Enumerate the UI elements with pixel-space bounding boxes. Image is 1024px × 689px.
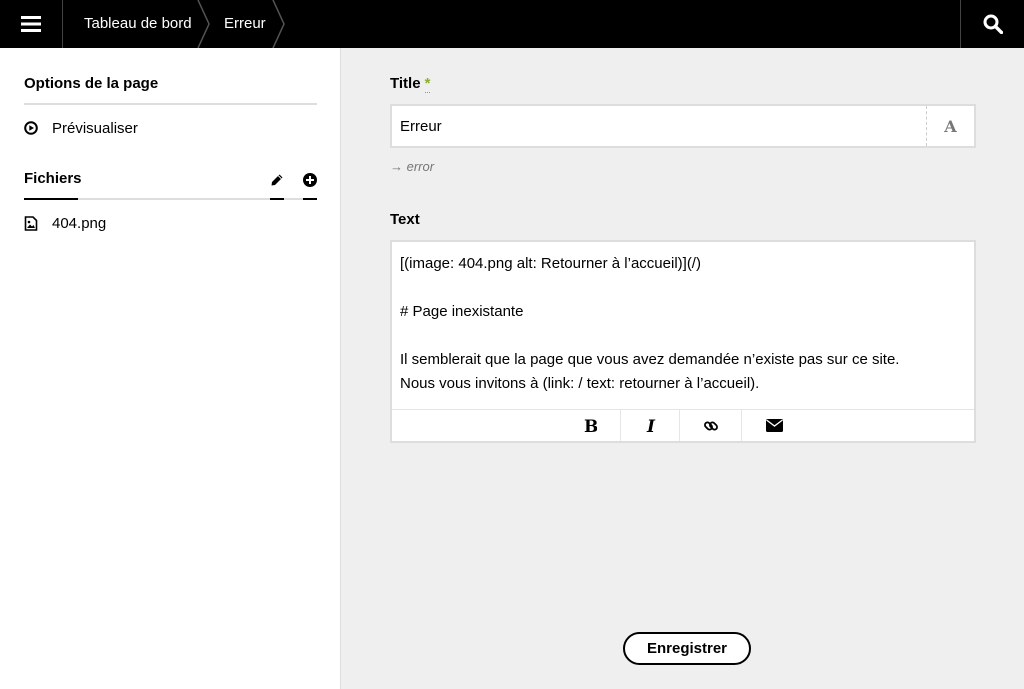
preview-label: Prévisualiser bbox=[52, 119, 138, 137]
font-icon: A bbox=[944, 116, 957, 136]
edit-files-button[interactable] bbox=[269, 172, 285, 188]
search-button[interactable] bbox=[960, 0, 1024, 48]
sidebar: Options de la page Prévisualiser Fichier… bbox=[0, 48, 341, 689]
preview-link[interactable]: Prévisualiser bbox=[24, 116, 138, 140]
italic-button[interactable]: I bbox=[620, 410, 680, 441]
required-marker: * bbox=[424, 75, 431, 93]
breadcrumb-separator-icon bbox=[272, 0, 285, 48]
plus-circle-icon bbox=[303, 173, 317, 187]
link-icon bbox=[704, 421, 718, 430]
link-button[interactable] bbox=[679, 410, 742, 441]
title-field-label: Title * bbox=[390, 75, 431, 93]
save-button[interactable]: Enregistrer bbox=[623, 632, 751, 665]
envelope-icon bbox=[766, 419, 783, 432]
text-line: Il semblerait que la page que vous avez … bbox=[400, 351, 900, 368]
breadcrumb-item-erreur[interactable]: Erreur bbox=[224, 0, 266, 48]
file-name: 404.png bbox=[52, 214, 107, 232]
text-line bbox=[400, 324, 960, 348]
topbar: Tableau de bord Erreur bbox=[0, 0, 1024, 48]
title-field: A bbox=[390, 104, 976, 148]
breadcrumb-item-dashboard[interactable]: Tableau de bord bbox=[84, 0, 192, 48]
svg-text:B: B bbox=[584, 418, 597, 434]
bold-button[interactable]: B bbox=[559, 410, 621, 441]
slug-text: error bbox=[406, 159, 435, 174]
image-file-icon bbox=[24, 216, 38, 231]
edit-button-underline bbox=[270, 198, 284, 200]
arrow-right-icon: → bbox=[390, 159, 403, 174]
email-button[interactable] bbox=[741, 410, 807, 441]
svg-text:I: I bbox=[646, 418, 656, 434]
text-editor-content[interactable]: [(image: 404.png alt: Retourner à l’accu… bbox=[400, 252, 960, 396]
text-line: [(image: 404.png alt: Retourner à l’accu… bbox=[400, 255, 701, 272]
text-field[interactable]: [(image: 404.png alt: Retourner à l’accu… bbox=[390, 240, 976, 443]
play-circle-icon bbox=[24, 121, 38, 135]
file-item[interactable]: 404.png bbox=[24, 211, 106, 235]
search-icon bbox=[983, 14, 1003, 34]
text-field-label: Text bbox=[390, 211, 420, 228]
files-heading: Fichiers bbox=[24, 170, 82, 187]
menu-button[interactable] bbox=[0, 0, 63, 48]
pencil-icon bbox=[271, 174, 283, 186]
title-input[interactable] bbox=[392, 106, 926, 146]
page-options-heading: Options de la page bbox=[24, 75, 159, 92]
title-label-text: Title bbox=[390, 75, 421, 92]
breadcrumb-separator-icon bbox=[197, 0, 210, 48]
add-file-button[interactable] bbox=[302, 172, 318, 188]
text-line: # Page inexistante bbox=[400, 303, 524, 320]
hamburger-menu-icon bbox=[21, 16, 41, 32]
editor-toolbar: B I bbox=[392, 409, 974, 441]
slug-hint: → error bbox=[390, 159, 434, 174]
add-button-underline bbox=[303, 198, 317, 200]
main-form: Title* A → error Text [(image: 404.png a… bbox=[342, 48, 1024, 689]
files-heading-underline bbox=[24, 198, 78, 200]
divider bbox=[24, 103, 317, 105]
slug-toggle-button[interactable]: A bbox=[926, 106, 974, 146]
italic-icon: I bbox=[646, 418, 656, 434]
text-line: Nous vous invitons à (link: / text: reto… bbox=[400, 375, 760, 392]
bold-icon: B bbox=[584, 418, 597, 434]
text-line bbox=[400, 276, 960, 300]
